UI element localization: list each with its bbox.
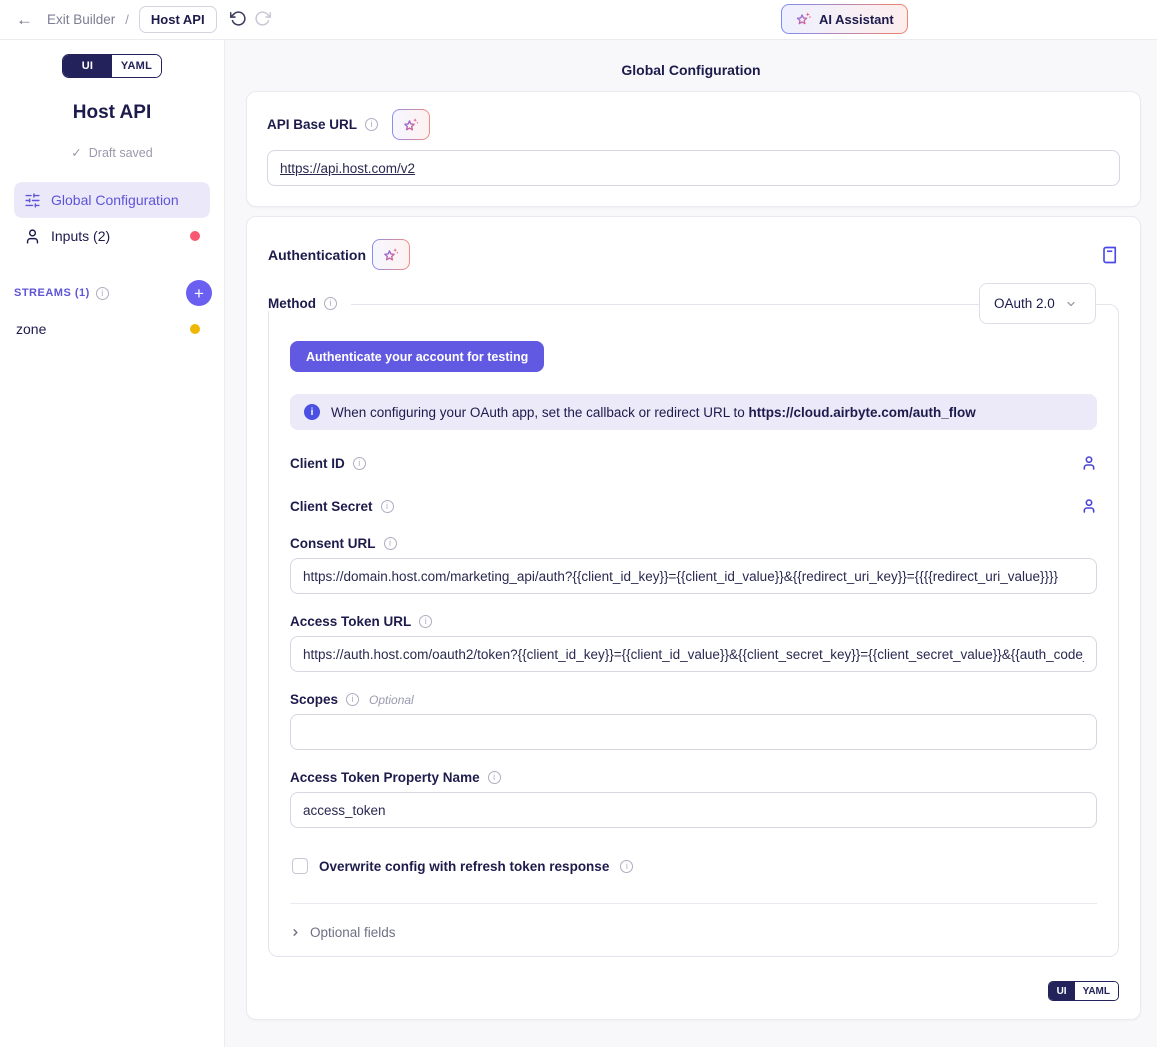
ai-sparkle-icon [795, 11, 812, 28]
connector-title: Host API [0, 102, 224, 124]
sidebar-item-label: Inputs (2) [51, 228, 110, 244]
toggle-yaml[interactable]: YAML [1075, 982, 1118, 1000]
info-icon[interactable]: i [620, 860, 633, 873]
authentication-card: Authentication [246, 216, 1141, 1020]
ai-assistant-button[interactable]: AI Assistant [781, 4, 908, 34]
sidebar-item-inputs[interactable]: Inputs (2) [14, 218, 210, 254]
api-base-url-label: API Base URL [267, 117, 357, 132]
access-token-url-label: Access Token URL [290, 614, 411, 629]
consent-url-input[interactable] [290, 558, 1097, 594]
scopes-field: Scopes i Optional [290, 692, 1097, 750]
banner-callback-url: https://cloud.airbyte.com/auth_flow [748, 405, 975, 420]
info-icon[interactable]: i [488, 771, 501, 784]
ai-sparkle-icon [402, 116, 420, 134]
user-input-link-button[interactable] [1081, 455, 1097, 471]
overwrite-config-label: Overwrite config with refresh token resp… [319, 859, 609, 874]
page-title: Global Configuration [225, 40, 1157, 78]
top-bar: ← Exit Builder / Host API AI Assistant [0, 0, 1157, 40]
oauth-fields-group: Authenticate your account for testing i … [268, 304, 1119, 957]
undo-button[interactable] [229, 10, 249, 30]
streams-header-label: STREAMS (1) [14, 287, 90, 299]
sidebar-item-global-configuration[interactable]: Global Configuration [14, 182, 210, 218]
ai-suggest-button[interactable] [372, 239, 410, 270]
status-dot-red [190, 231, 200, 241]
sidebar: UI YAML Host API ✓ Draft saved Global Co… [0, 40, 225, 1047]
authentication-title: Authentication [268, 247, 366, 263]
streams-header: STREAMS (1) i + [14, 280, 212, 306]
sidebar-item-label: Global Configuration [51, 192, 179, 208]
overwrite-config-checkbox[interactable] [292, 858, 308, 874]
access-token-property-name-field: Access Token Property Name i [290, 770, 1097, 828]
connector-name-chip[interactable]: Host API [139, 6, 217, 33]
draft-status: ✓ Draft saved [0, 145, 224, 160]
user-icon [1081, 455, 1097, 471]
chevron-down-icon [1065, 298, 1077, 310]
breadcrumb-separator: / [125, 12, 129, 27]
toggle-yaml[interactable]: YAML [112, 55, 161, 77]
method-select[interactable]: OAuth 2.0 [979, 283, 1096, 324]
method-selected-value: OAuth 2.0 [994, 296, 1055, 311]
user-input-link-button[interactable] [1081, 498, 1097, 514]
authenticate-button[interactable]: Authenticate your account for testing [290, 341, 544, 372]
redo-icon [254, 10, 271, 27]
draft-status-label: Draft saved [89, 146, 153, 160]
banner-text-plain: When configuring your OAuth app, set the… [331, 405, 748, 420]
info-icon[interactable]: i [365, 118, 378, 131]
info-icon: i [304, 404, 320, 420]
plus-icon: + [194, 285, 204, 302]
info-icon[interactable]: i [346, 693, 359, 706]
optional-fields-label: Optional fields [310, 925, 396, 940]
sidebar-item-stream-zone[interactable]: zone [14, 312, 210, 346]
consent-url-field: Consent URL i [290, 536, 1097, 594]
divider [290, 903, 1097, 904]
method-label: Method [268, 296, 316, 311]
sliders-icon [24, 192, 41, 209]
exit-builder-link[interactable]: Exit Builder [47, 12, 115, 27]
ai-suggest-button[interactable] [392, 109, 430, 140]
info-icon[interactable]: i [353, 457, 366, 470]
undo-icon [230, 10, 247, 27]
redo-button[interactable] [253, 10, 273, 30]
scopes-input[interactable] [290, 714, 1097, 750]
add-stream-button[interactable]: + [186, 280, 212, 306]
api-base-url-input[interactable] [267, 150, 1120, 186]
access-token-url-input[interactable] [290, 636, 1097, 672]
access-token-property-name-input[interactable] [290, 792, 1097, 828]
info-icon[interactable]: i [96, 287, 109, 300]
ai-assistant-label: AI Assistant [819, 12, 894, 27]
toggle-ui[interactable]: UI [63, 55, 112, 77]
book-icon [1101, 246, 1119, 264]
main-content: Global Configuration API Base URL i Auth… [225, 40, 1157, 1047]
optional-fields-expander[interactable]: Optional fields [290, 925, 1097, 940]
ai-sparkle-icon [382, 246, 400, 264]
docs-button[interactable] [1101, 246, 1119, 264]
scopes-label: Scopes [290, 692, 338, 707]
section-ui-yaml-toggle[interactable]: UI YAML [1048, 981, 1119, 1001]
toggle-ui[interactable]: UI [1049, 982, 1075, 1000]
chevron-right-icon [290, 927, 301, 938]
client-secret-label: Client Secret [290, 499, 373, 514]
check-icon: ✓ [71, 145, 81, 160]
status-dot-yellow [190, 324, 200, 334]
user-icon [24, 228, 41, 245]
api-base-url-card: API Base URL i [246, 91, 1141, 207]
access-token-url-field: Access Token URL i [290, 614, 1097, 672]
optional-tag: Optional [369, 693, 414, 707]
client-id-label: Client ID [290, 456, 345, 471]
user-icon [1081, 498, 1097, 514]
overwrite-config-row: Overwrite config with refresh token resp… [292, 858, 1097, 874]
info-icon[interactable]: i [324, 297, 337, 310]
client-id-row: Client ID i [290, 453, 1097, 473]
oauth-info-banner: i When configuring your OAuth app, set t… [290, 394, 1097, 430]
back-arrow-icon[interactable]: ← [16, 10, 33, 30]
client-secret-row: Client Secret i [290, 496, 1097, 516]
access-token-property-name-label: Access Token Property Name [290, 770, 480, 785]
consent-url-label: Consent URL [290, 536, 376, 551]
info-icon[interactable]: i [384, 537, 397, 550]
ui-yaml-toggle[interactable]: UI YAML [62, 54, 162, 78]
info-icon[interactable]: i [419, 615, 432, 628]
banner-text: When configuring your OAuth app, set the… [331, 405, 976, 420]
stream-label: zone [16, 321, 46, 337]
info-icon[interactable]: i [381, 500, 394, 513]
